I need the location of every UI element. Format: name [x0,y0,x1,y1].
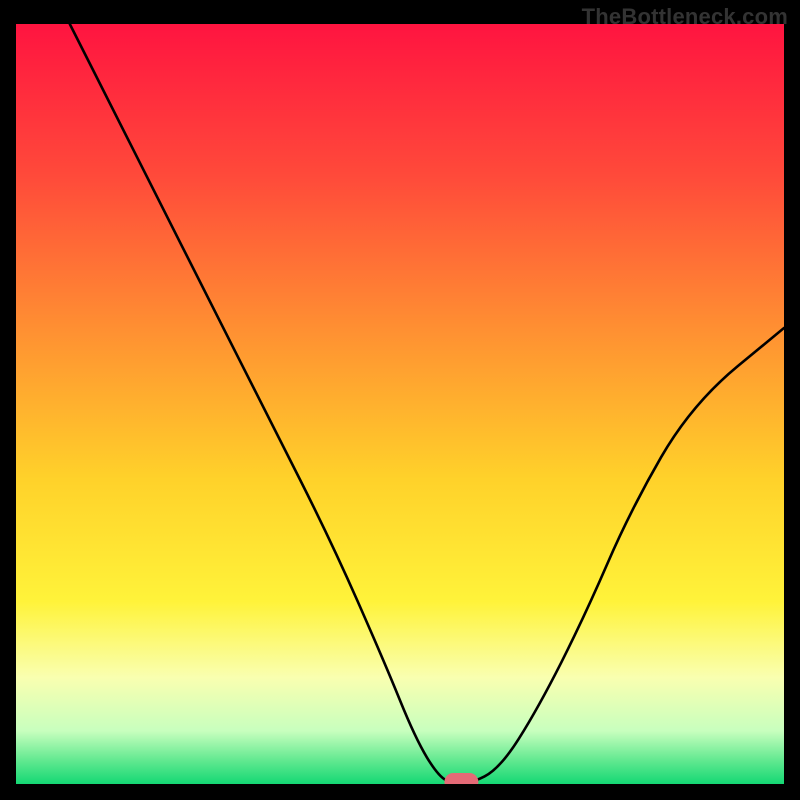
chart-marker [444,773,478,784]
chart-svg [16,24,784,784]
chart-plot-area [16,24,784,784]
chart-background [16,24,784,784]
chart-frame: TheBottleneck.com [0,0,800,800]
